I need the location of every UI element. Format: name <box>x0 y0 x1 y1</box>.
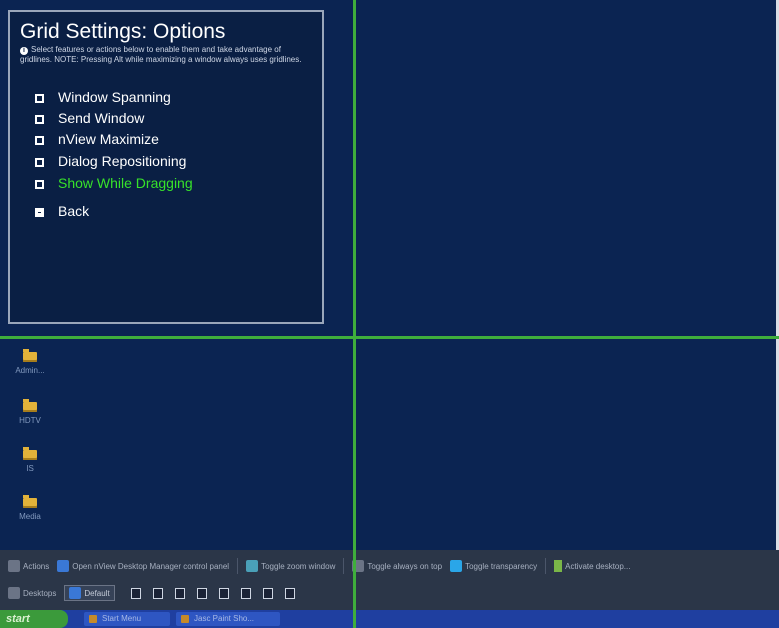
activate-desktop-button[interactable]: Activate desktop... <box>554 560 630 572</box>
folder-icon <box>23 349 37 362</box>
option-window-spanning[interactable]: Window Spanning <box>35 89 171 105</box>
toolbar-separator <box>343 558 345 574</box>
desktop-icon <box>69 587 82 599</box>
monitor-button-icon[interactable] <box>196 587 207 599</box>
desktop-icon-admin[interactable]: Admin... <box>0 349 60 375</box>
monitor-button-icon[interactable] <box>218 587 229 599</box>
toolbar-separator <box>545 558 547 574</box>
checkbox-icon[interactable] <box>35 94 44 103</box>
monitor-button-icon[interactable] <box>240 587 251 599</box>
option-dialog-repositioning[interactable]: Dialog Repositioning <box>35 153 186 169</box>
desktops-icon <box>8 587 20 599</box>
desktop-icon-hdtv[interactable]: HDTV <box>0 399 60 425</box>
desktop-icon-is[interactable]: IS <box>0 447 60 473</box>
open-desktop-manager-button[interactable]: Open nView Desktop Manager control panel <box>57 560 229 572</box>
panel-title: Grid Settings: Options <box>20 20 226 43</box>
option-label: Window Spanning <box>58 89 171 105</box>
nview-toolbar: Actions Open nView Desktop Manager contr… <box>0 550 779 610</box>
toolbar-actions-row: Actions Open nView Desktop Manager contr… <box>0 553 630 579</box>
desktop-icon-label: HDTV <box>19 416 41 425</box>
actions-icon <box>8 560 20 572</box>
option-label: Send Window <box>58 110 145 126</box>
window-icon <box>89 615 97 623</box>
toolbar-separator <box>237 558 239 574</box>
monitor-button-icon[interactable] <box>130 587 141 599</box>
option-label: nView Maximize <box>58 131 159 147</box>
toggle-zoom-button[interactable]: Toggle zoom window <box>246 560 335 572</box>
option-label: Show While Dragging <box>58 175 193 191</box>
zoom-icon <box>246 560 259 572</box>
grid-settings-panel: Grid Settings: Options i Select features … <box>8 10 324 324</box>
transparency-icon <box>450 560 463 572</box>
option-show-while-dragging[interactable]: Show While Dragging <box>35 175 193 191</box>
monitor-button-icon[interactable] <box>174 587 185 599</box>
checkbox-icon[interactable] <box>35 180 44 189</box>
desktop-icon-label: Media <box>19 512 41 521</box>
option-nview-maximize[interactable]: nView Maximize <box>35 131 159 147</box>
control-panel-icon <box>57 560 70 572</box>
monitor-button-icon[interactable] <box>262 587 273 599</box>
monitor-button-icon[interactable] <box>152 587 163 599</box>
activate-icon <box>554 560 563 572</box>
back-icon <box>35 208 44 217</box>
vertical-gridline <box>353 0 356 628</box>
actions-label: Actions <box>8 560 49 572</box>
start-button[interactable]: start <box>0 610 68 628</box>
checkbox-icon[interactable] <box>35 115 44 124</box>
desktops-label: Desktops <box>8 587 56 599</box>
taskbar: start Start Menu Jasc Paint Sho... <box>0 610 779 628</box>
info-icon: i <box>20 47 28 55</box>
option-label: Dialog Repositioning <box>58 153 187 169</box>
desktop-icon-label: Admin... <box>15 366 45 375</box>
horizontal-gridline <box>0 336 779 339</box>
desktop-icon-media[interactable]: Media <box>0 495 60 521</box>
paint-shop-icon <box>181 615 189 623</box>
default-desktop-button[interactable]: Default <box>64 585 115 601</box>
toggle-always-on-top-button[interactable]: Toggle always on top <box>352 560 442 572</box>
folder-icon <box>23 447 37 460</box>
folder-icon <box>23 399 37 412</box>
monitor-buttons <box>119 587 295 599</box>
back-button[interactable]: Back <box>35 203 89 219</box>
taskbar-item-start-menu[interactable]: Start Menu <box>84 612 170 626</box>
toolbar-desktops-row: Desktops Default <box>0 580 295 606</box>
monitor-button-icon[interactable] <box>284 587 295 599</box>
option-send-window[interactable]: Send Window <box>35 110 144 126</box>
checkbox-icon[interactable] <box>35 158 44 167</box>
panel-description: i Select features or actions below to ena… <box>20 45 310 65</box>
taskbar-item-paint-shop[interactable]: Jasc Paint Sho... <box>176 612 280 626</box>
checkbox-icon[interactable] <box>35 136 44 145</box>
toggle-transparency-button[interactable]: Toggle transparency <box>450 560 537 572</box>
description-text: Select features or actions below to enab… <box>20 45 302 64</box>
desktop-icon-label: IS <box>26 464 34 473</box>
back-label: Back <box>58 203 90 219</box>
folder-icon <box>23 495 37 508</box>
